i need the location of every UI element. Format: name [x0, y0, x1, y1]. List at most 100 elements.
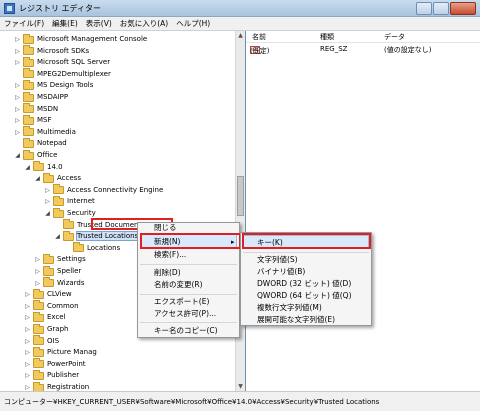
tree-item[interactable]: ▷ Graph [24, 323, 69, 335]
tree-item[interactable]: ▷ Multimedia [14, 126, 76, 138]
menu-edit[interactable]: 編集(E) [48, 17, 82, 31]
status-path: コンピューター¥HKEY_CURRENT_USER¥Software¥Micro… [4, 398, 380, 406]
tree-item[interactable]: ▷ Microsoft SDKs [14, 45, 89, 57]
column-type[interactable]: 種類 [320, 32, 334, 42]
collapse-icon[interactable]: ◢ [24, 164, 31, 171]
expand-icon[interactable]: ▷ [14, 36, 21, 43]
tree-item[interactable]: ▷ Publisher [24, 369, 79, 381]
menu-permissions[interactable]: アクセス許可(P)... [154, 307, 216, 320]
expand-icon[interactable]: ▷ [24, 361, 31, 368]
tree-item-label: Access Connectivity Engine [67, 185, 164, 194]
folder-icon [53, 207, 64, 218]
tree-item[interactable]: ▷ Speller [34, 265, 81, 277]
tree-item[interactable]: ▷ Wizards [34, 277, 85, 289]
value-data: (値の設定なし) [384, 46, 432, 54]
tree-item[interactable]: ▷ CLView [24, 288, 72, 300]
folder-icon [23, 103, 34, 114]
tree-item[interactable]: ▷ Settings [34, 253, 86, 265]
expand-icon[interactable]: ▷ [34, 268, 41, 275]
tree-item-label: PowerPoint [47, 359, 86, 368]
scroll-up-icon[interactable]: ▲ [237, 32, 244, 39]
tree-item[interactable]: ◢ Trusted Locations [54, 230, 140, 242]
tree-item[interactable]: Locations [64, 242, 120, 254]
value-name-text: (既定) [250, 47, 270, 55]
list-item[interactable]: ab (既定) REG_SZ (値の設定なし) [246, 44, 480, 55]
tree-item[interactable]: ▷ Registration [24, 381, 89, 391]
folder-icon [33, 358, 44, 369]
folder-icon [33, 335, 44, 346]
tree-item[interactable]: ◢ Office [14, 149, 57, 161]
tree-item-label: Excel [47, 313, 66, 322]
collapse-icon[interactable]: ◢ [44, 210, 51, 217]
expand-icon[interactable]: ▷ [14, 82, 21, 89]
tree-item-label: MSF [37, 116, 52, 125]
folder-icon [23, 68, 34, 79]
folder-icon [43, 253, 54, 264]
tree-item[interactable]: ◢ Security [44, 207, 96, 219]
menu-favorites[interactable]: お気に入り(A) [116, 17, 172, 31]
expand-icon[interactable]: ▷ [24, 384, 31, 391]
folder-icon [43, 277, 54, 288]
menu-find[interactable]: 検索(F)... [154, 248, 186, 261]
tree-item[interactable]: MPEG2Demultiplexer [14, 68, 111, 80]
expand-icon[interactable]: ▷ [24, 291, 31, 298]
tree-item[interactable]: ◢ Access [34, 172, 81, 184]
expand-icon[interactable]: ▷ [14, 48, 21, 55]
expand-icon[interactable]: ▷ [14, 59, 21, 66]
maximize-button[interactable] [433, 2, 449, 15]
collapse-icon[interactable]: ◢ [54, 233, 61, 240]
tree-item[interactable]: ▷ MSDN [14, 103, 58, 115]
folder-icon [43, 265, 54, 276]
expand-icon[interactable]: ▷ [14, 106, 21, 113]
tree-item[interactable]: Notepad [14, 137, 67, 149]
menu-help[interactable]: ヘルプ(H) [172, 17, 214, 31]
expand-icon [64, 245, 71, 252]
expand-icon[interactable]: ▷ [14, 94, 21, 101]
tree-item[interactable]: ▷ Microsoft SQL Server [14, 56, 110, 68]
expand-icon[interactable]: ▷ [24, 303, 31, 310]
tree-item[interactable]: ▷ Excel [24, 311, 66, 323]
tree-item[interactable]: ▷ MSF [14, 114, 52, 126]
tree-item[interactable]: ▷ Picture Manag [24, 346, 97, 358]
column-data[interactable]: データ [384, 32, 405, 42]
folder-icon [33, 311, 44, 322]
expand-icon[interactable]: ▷ [14, 117, 21, 124]
tree-item[interactable]: ▷ MS Design Tools [14, 79, 93, 91]
tree-item[interactable]: ▷ MSDAIPP [14, 91, 68, 103]
tree-item[interactable]: ▷ Common [24, 300, 79, 312]
column-name[interactable]: 名前 [252, 32, 266, 42]
expand-icon[interactable]: ▷ [34, 280, 41, 287]
expand-icon[interactable]: ▷ [44, 187, 51, 194]
values-list[interactable]: 名前 種類 データ ab (既定) REG_SZ (値の設定なし) [246, 31, 480, 391]
folder-icon [33, 161, 44, 172]
collapse-icon[interactable]: ◢ [14, 152, 21, 159]
tree-item[interactable]: ◢ 14.0 [24, 161, 63, 173]
expand-icon[interactable]: ▷ [44, 198, 51, 205]
tree-item[interactable]: ▷ Microsoft Management Console [14, 33, 147, 45]
tree-item[interactable]: ▷ OIS [24, 335, 60, 347]
scroll-down-icon[interactable]: ▼ [237, 383, 244, 390]
menu-copy-key-name[interactable]: キー名のコピー(C) [154, 324, 218, 337]
submenu-expandable-string-value[interactable]: 展開可能な文字列値(E) [257, 313, 335, 326]
tree-item-label: Graph [47, 325, 69, 333]
collapse-icon[interactable]: ◢ [34, 175, 41, 182]
expand-icon[interactable]: ▷ [34, 256, 41, 263]
menu-rename[interactable]: 名前の変更(R) [154, 278, 203, 291]
tree-item[interactable]: ▷ Internet [44, 195, 95, 207]
expand-icon[interactable]: ▷ [24, 314, 31, 321]
tree-item[interactable]: ▷ Access Connectivity Engine [44, 184, 164, 196]
menu-view[interactable]: 表示(V) [82, 17, 116, 31]
expand-icon[interactable]: ▷ [24, 349, 31, 356]
tree-item[interactable]: ▷ PowerPoint [24, 358, 86, 370]
close-button[interactable] [450, 2, 476, 15]
folder-icon [23, 56, 34, 67]
expand-icon[interactable]: ▷ [14, 129, 21, 136]
expand-icon[interactable]: ▷ [24, 326, 31, 333]
minimize-button[interactable] [416, 2, 432, 15]
expand-icon[interactable]: ▷ [24, 372, 31, 379]
menu-file[interactable]: ファイル(F) [0, 17, 48, 31]
tree-item-label: Settings [57, 255, 86, 264]
scroll-thumb[interactable] [237, 176, 244, 216]
tree-item-label: OIS [47, 336, 60, 345]
expand-icon[interactable]: ▷ [24, 338, 31, 345]
